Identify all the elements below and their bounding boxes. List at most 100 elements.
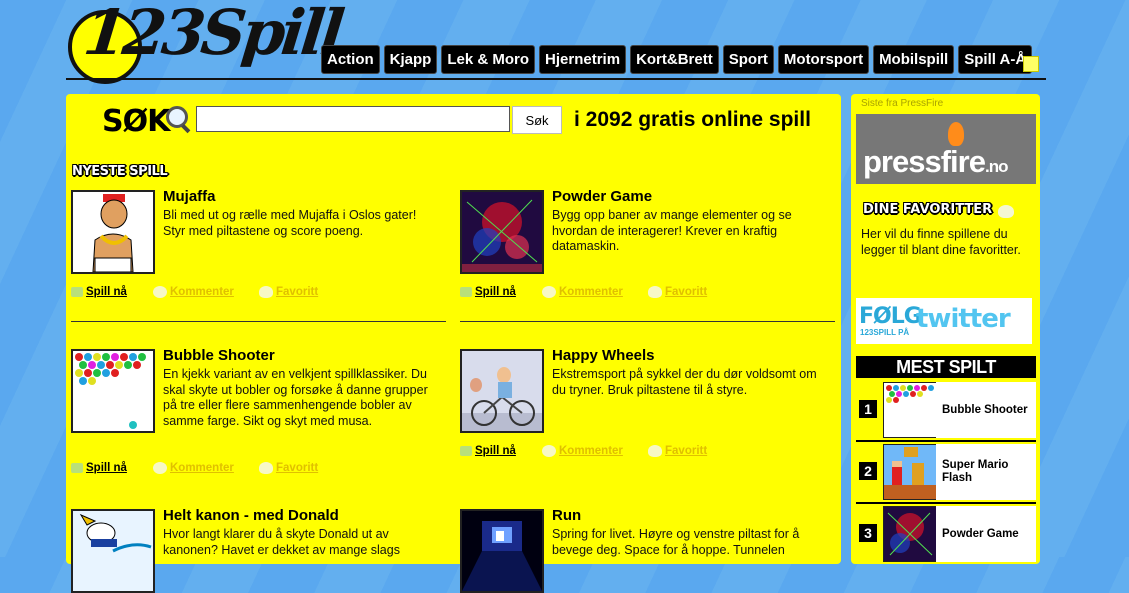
- main-nav: Action Kjapp Lek & Moro Hjernetrim Kort&…: [321, 45, 1033, 74]
- game-thumbnail[interactable]: [71, 190, 155, 274]
- favorite-link[interactable]: Favoritt: [259, 462, 318, 474]
- nav-item-hjernetrim[interactable]: Hjernetrim: [539, 45, 627, 74]
- game-title[interactable]: Powder Game: [552, 188, 652, 205]
- game-thumbnail[interactable]: [71, 349, 155, 433]
- comment-link[interactable]: Kommenter: [153, 286, 259, 298]
- game-actions: Spill nå Kommenter Favoritt: [460, 445, 707, 457]
- most-played-thumbnail[interactable]: [883, 444, 937, 500]
- game-thumbnail[interactable]: [460, 509, 544, 593]
- twitter-follow: FØLG: [859, 304, 922, 329]
- play-link[interactable]: Spill nå: [71, 286, 153, 298]
- game-card: Powder Game Bygg opp baner av mange elem…: [460, 188, 835, 322]
- game-title[interactable]: Helt kanon - med Donald: [163, 507, 339, 524]
- nav-item-action[interactable]: Action: [321, 45, 380, 74]
- rss-icon[interactable]: [1023, 56, 1039, 72]
- search-button[interactable]: Søk: [512, 106, 562, 134]
- comment-link[interactable]: Kommenter: [153, 462, 259, 474]
- pressfire-caption: Siste fra PressFire: [861, 98, 944, 109]
- most-played-thumbnail[interactable]: [883, 506, 937, 562]
- favorites-text: Her vil du finne spillene du legger til …: [861, 227, 1021, 257]
- sidebar: Siste fra PressFire pressfire.no DINE FA…: [851, 94, 1040, 564]
- comment-label: Kommenter: [170, 286, 234, 298]
- play-link[interactable]: Spill nå: [460, 445, 542, 457]
- comment-link[interactable]: Kommenter: [542, 445, 648, 457]
- game-thumbnail[interactable]: [460, 190, 544, 274]
- search-input[interactable]: [196, 106, 510, 132]
- flame-icon: [948, 122, 964, 146]
- nav-item-sport[interactable]: Sport: [722, 45, 774, 74]
- heart-icon: [648, 445, 662, 457]
- rank-badge: 3: [859, 524, 877, 542]
- game-thumbnail[interactable]: [460, 349, 544, 433]
- play-label: Spill nå: [86, 462, 127, 474]
- comment-label: Kommenter: [170, 462, 234, 474]
- favorite-label: Favoritt: [665, 445, 708, 457]
- logo-text: 123Spill: [80, 0, 345, 69]
- most-played-item[interactable]: 1 Bubble Shooter: [856, 382, 1036, 438]
- play-icon: [460, 446, 472, 456]
- play-link[interactable]: Spill nå: [460, 286, 542, 298]
- comment-icon: [153, 462, 167, 474]
- divider: [460, 321, 835, 322]
- play-label: Spill nå: [86, 286, 127, 298]
- comment-label: Kommenter: [559, 286, 623, 298]
- heart-icon: [259, 286, 273, 298]
- pressfire-banner[interactable]: pressfire.no: [856, 114, 1036, 184]
- play-icon: [71, 463, 83, 473]
- nav-item-kort-brett[interactable]: Kort&Brett: [630, 45, 719, 74]
- magnifier-icon: [166, 106, 188, 128]
- game-description: Ekstremsport på sykkel der du dør voldso…: [552, 367, 817, 397]
- most-played-thumbnail[interactable]: [883, 382, 937, 438]
- most-played-heading: MEST SPILT: [856, 356, 1036, 378]
- play-label: Spill nå: [475, 445, 516, 457]
- game-title[interactable]: Mujaffa: [163, 188, 216, 205]
- pressfire-logo-suffix: .no: [984, 157, 1008, 176]
- comment-icon: [542, 445, 556, 457]
- play-icon: [460, 287, 472, 297]
- rank-badge: 2: [859, 462, 877, 480]
- heart-icon: [998, 205, 1014, 218]
- header-divider: [66, 78, 1046, 80]
- play-label: Spill nå: [475, 286, 516, 298]
- favorite-label: Favoritt: [276, 462, 319, 474]
- most-played-name[interactable]: Powder Game: [936, 506, 1036, 562]
- twitter-logo: twitter: [916, 304, 1011, 334]
- favorite-link[interactable]: Favoritt: [648, 445, 707, 457]
- game-description: Bygg opp baner av mange elementer og se …: [552, 208, 792, 253]
- site-logo[interactable]: 123Spill: [66, 0, 344, 84]
- pressfire-logo-text: pressfire: [863, 144, 986, 179]
- game-thumbnail[interactable]: [71, 509, 155, 593]
- play-link[interactable]: Spill nå: [71, 462, 153, 474]
- most-played-item[interactable]: 2 Super Mario Flash: [856, 444, 1036, 500]
- game-card: Bubble Shooter En kjekk variant av en ve…: [71, 347, 446, 489]
- game-description: Bli med ut og rælle med Mujaffa i Oslos …: [163, 208, 417, 238]
- pressfire-logo: pressfire.no: [863, 144, 1008, 180]
- nav-item-mobilspill[interactable]: Mobilspill: [873, 45, 955, 74]
- favorite-link[interactable]: Favoritt: [648, 286, 707, 298]
- heart-icon: [259, 462, 273, 474]
- main-panel: SØK Søk i 2092 gratis online spill NYEST…: [66, 94, 841, 593]
- search-tagline: i 2092 gratis online spill: [574, 108, 811, 131]
- nav-item-kjapp[interactable]: Kjapp: [383, 45, 438, 74]
- nav-item-spill-a-a[interactable]: Spill A-Å: [958, 45, 1033, 74]
- game-description: En kjekk variant av en velkjent spillkla…: [163, 367, 428, 428]
- nav-item-motorsport[interactable]: Motorsport: [777, 45, 870, 74]
- game-description: Hvor langt klarer du å skyte Donald ut a…: [163, 527, 400, 557]
- game-description: Spring for livet. Høyre og venstre pilta…: [552, 527, 800, 557]
- favorite-link[interactable]: Favoritt: [259, 286, 318, 298]
- favorite-label: Favoritt: [276, 286, 319, 298]
- game-title[interactable]: Run: [552, 507, 581, 524]
- game-title[interactable]: Bubble Shooter: [163, 347, 275, 364]
- comment-link[interactable]: Kommenter: [542, 286, 648, 298]
- nav-item-lek-moro[interactable]: Lek & Moro: [441, 45, 536, 74]
- game-title[interactable]: Happy Wheels: [552, 347, 655, 364]
- most-played-name[interactable]: Bubble Shooter: [936, 382, 1036, 438]
- twitter-banner[interactable]: FØLG 123SPILL PÅ twitter: [856, 298, 1032, 344]
- divider: [856, 440, 1036, 442]
- game-actions: Spill nå Kommenter Favoritt: [71, 462, 318, 474]
- most-played-item[interactable]: 3 Powder Game: [856, 506, 1036, 562]
- most-played-name[interactable]: Super Mario Flash: [936, 444, 1036, 500]
- divider: [856, 502, 1036, 504]
- comment-icon: [153, 286, 167, 298]
- comment-icon: [542, 286, 556, 298]
